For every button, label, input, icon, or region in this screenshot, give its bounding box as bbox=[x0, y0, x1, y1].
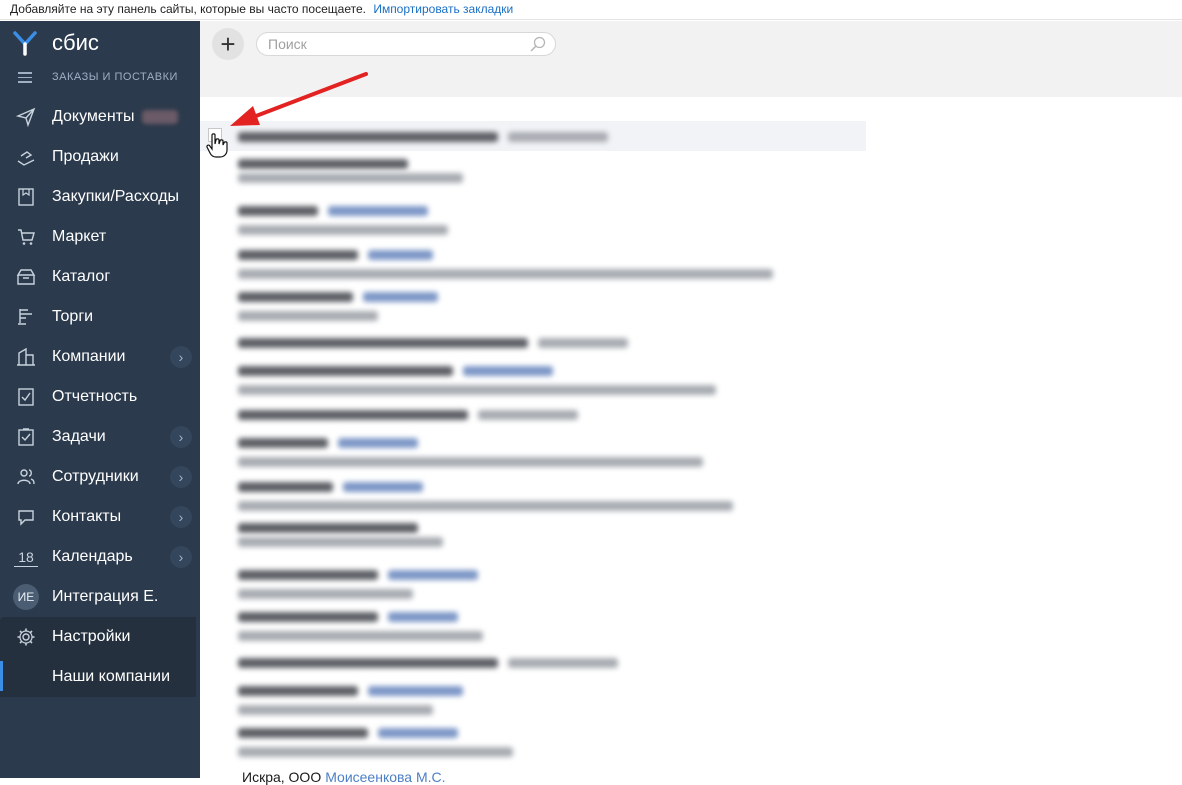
menu-icon[interactable] bbox=[18, 72, 32, 83]
task-icon bbox=[14, 425, 38, 449]
sidebar-item-label: Маркет bbox=[52, 228, 107, 245]
sidebar-item-label: Отчетность bbox=[52, 388, 138, 405]
sidebar-item-label: Продажи bbox=[52, 148, 119, 165]
list-item[interactable] bbox=[238, 655, 619, 673]
sidebar-item-label: Торги bbox=[52, 308, 94, 325]
chevron-right-icon[interactable]: › bbox=[170, 506, 192, 528]
sidebar-item-label: Настройки bbox=[52, 628, 131, 645]
import-bookmarks-link[interactable]: Импортировать закладки bbox=[373, 2, 513, 16]
sidebar-item-label: Документы bbox=[52, 108, 135, 125]
list-item[interactable] bbox=[238, 159, 463, 183]
section-label: ЗАКАЗЫ И ПОСТАВКИ bbox=[52, 71, 178, 83]
list-item[interactable] bbox=[238, 203, 448, 235]
section-switcher[interactable]: ЗАКАЗЫ И ПОСТАВКИ bbox=[18, 71, 178, 83]
cart-icon bbox=[14, 225, 38, 249]
sidebar-item-label: Интеграция Е. bbox=[52, 588, 159, 605]
list-item[interactable] bbox=[238, 247, 773, 279]
sidebar-item-label: Сотрудники bbox=[52, 468, 139, 485]
receipt-icon bbox=[14, 185, 38, 209]
sidebar-item-label: Наши компании bbox=[52, 668, 171, 685]
paper-plane-icon bbox=[14, 105, 38, 129]
red-arrow-annotation bbox=[230, 72, 368, 126]
sidebar-item-tenders[interactable]: Торги bbox=[0, 297, 200, 337]
list-item[interactable] bbox=[238, 479, 733, 511]
sidebar-item-label: Контакты bbox=[52, 508, 122, 525]
sidebar-item-label: Календарь bbox=[52, 548, 133, 565]
documents-badge bbox=[142, 110, 179, 124]
search-icon[interactable] bbox=[529, 35, 547, 56]
sidebar-item-integration[interactable]: ИЕ Интеграция Е. bbox=[0, 577, 200, 617]
list-item[interactable] bbox=[238, 363, 716, 395]
box-icon bbox=[14, 265, 38, 289]
list-item[interactable] bbox=[238, 567, 479, 599]
chevron-right-icon[interactable]: › bbox=[170, 346, 192, 368]
sidebar-item-sales[interactable]: Продажи bbox=[0, 137, 200, 177]
person-name[interactable]: Моисеенкова М.С. bbox=[325, 769, 445, 785]
calendar-icon: 18 bbox=[14, 547, 38, 567]
sidebar-item-settings[interactable]: Настройки bbox=[0, 617, 196, 657]
list-item[interactable]: Искра, ООО Моисеенкова М.С. bbox=[242, 769, 446, 785]
sidebar-item-label: Задачи bbox=[52, 428, 106, 445]
sidebar-subitem-our-companies[interactable]: Наши компании bbox=[0, 657, 196, 697]
bookmarks-hint: Добавляйте на эту панель сайты, которые … bbox=[10, 2, 366, 16]
sidebar-item-documents[interactable]: Документы bbox=[0, 97, 200, 137]
add-button[interactable]: + bbox=[212, 28, 244, 60]
avatar: ИЕ bbox=[13, 584, 39, 610]
chevron-right-icon[interactable]: › bbox=[170, 426, 192, 448]
search-input[interactable] bbox=[268, 36, 518, 52]
company-name: Искра, ООО bbox=[242, 769, 322, 785]
sidebar-item-label: Закупки/Расходы bbox=[52, 188, 180, 205]
building-icon bbox=[14, 345, 38, 369]
chevron-right-icon[interactable]: › bbox=[170, 546, 192, 568]
list-item[interactable] bbox=[238, 683, 464, 715]
list-item[interactable] bbox=[238, 725, 513, 757]
list-item[interactable] bbox=[238, 435, 703, 467]
hand-coins-icon bbox=[14, 145, 38, 169]
bookmarks-bar: Добавляйте на эту панель сайты, которые … bbox=[0, 0, 1182, 20]
sidebar-item-calendar[interactable]: 18 Календарь › bbox=[0, 537, 200, 577]
report-icon bbox=[14, 385, 38, 409]
chevron-right-icon[interactable]: › bbox=[170, 466, 192, 488]
sidebar-item-catalog[interactable]: Каталог bbox=[0, 257, 200, 297]
sidebar-nav: Документы Продажи Закупки/Расходы Маркет bbox=[0, 97, 200, 697]
main-area: + Поиск Искра, ООО Моисеенкова М.С. bbox=[200, 21, 1182, 785]
logo[interactable]: сбис bbox=[12, 29, 99, 57]
sidebar: сбис ЗАКАЗЫ И ПОСТАВКИ Документы Продажи… bbox=[0, 21, 200, 778]
gavel-icon bbox=[14, 305, 38, 329]
sidebar-item-market[interactable]: Маркет bbox=[0, 217, 200, 257]
chat-icon bbox=[14, 505, 38, 529]
sidebar-item-contacts[interactable]: Контакты › bbox=[0, 497, 200, 537]
list-item[interactable] bbox=[238, 407, 579, 425]
hand-cursor-icon bbox=[206, 133, 228, 158]
search-box[interactable] bbox=[256, 32, 556, 56]
list-item[interactable] bbox=[238, 335, 629, 353]
sidebar-item-purchases[interactable]: Закупки/Расходы bbox=[0, 177, 200, 217]
sbis-logo-icon bbox=[12, 30, 38, 56]
list-item[interactable] bbox=[238, 523, 443, 547]
gear-icon bbox=[14, 625, 38, 649]
logo-text: сбис bbox=[52, 30, 99, 55]
people-icon bbox=[14, 465, 38, 489]
sidebar-item-tasks[interactable]: Задачи › bbox=[0, 417, 200, 457]
sidebar-item-companies[interactable]: Компании › bbox=[0, 337, 200, 377]
sidebar-item-label: Компании bbox=[52, 348, 126, 365]
sidebar-item-employees[interactable]: Сотрудники › bbox=[0, 457, 200, 497]
sidebar-item-reporting[interactable]: Отчетность bbox=[0, 377, 200, 417]
list-item[interactable] bbox=[238, 289, 439, 321]
list-item[interactable] bbox=[238, 609, 483, 641]
sidebar-item-label: Каталог bbox=[52, 268, 111, 285]
